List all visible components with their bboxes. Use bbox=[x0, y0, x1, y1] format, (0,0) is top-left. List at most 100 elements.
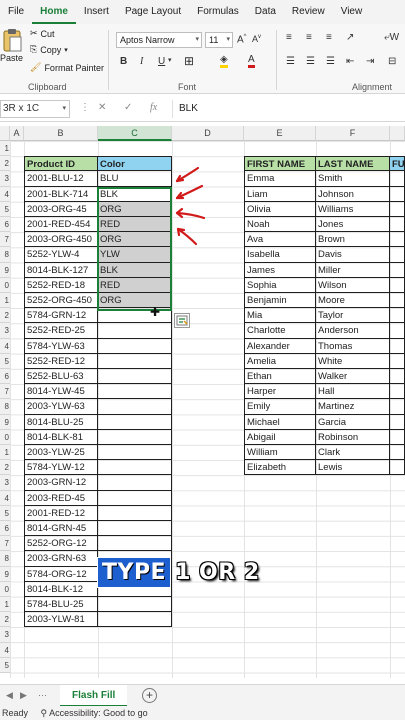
column-header-a[interactable]: A bbox=[10, 126, 24, 141]
align-center-icon[interactable]: ☰ bbox=[306, 56, 315, 67]
column-header-c[interactable]: C bbox=[98, 126, 172, 141]
cell-last-name[interactable]: Martinez bbox=[316, 399, 390, 415]
cancel-icon[interactable]: ✕ bbox=[98, 102, 106, 113]
cell-product-id[interactable]: 5252-ORG-450 bbox=[24, 293, 98, 309]
align-top-icon[interactable]: ≡ bbox=[286, 32, 292, 43]
cell-product-id[interactable]: 8014-GRN-45 bbox=[24, 521, 98, 537]
cell-first-name[interactable]: Elizabeth bbox=[244, 460, 316, 476]
row-header[interactable]: 9 bbox=[0, 262, 10, 278]
cell-product-id[interactable]: 5784-ORG-12 bbox=[24, 566, 98, 582]
cell-color[interactable]: BLU bbox=[98, 171, 172, 187]
cell-product-id[interactable]: 2003-YLW-63 bbox=[24, 399, 98, 415]
tab-page-layout[interactable]: Page Layout bbox=[117, 0, 189, 24]
increase-font-icon[interactable]: A^ bbox=[237, 34, 247, 45]
cell-product-id[interactable]: 2003-ORG-45 bbox=[24, 201, 98, 217]
cell-color[interactable] bbox=[98, 414, 172, 430]
fill-color-icon[interactable]: ◈ bbox=[220, 54, 228, 68]
cell-first-name[interactable]: Liam bbox=[244, 186, 316, 202]
row-header[interactable]: 6 bbox=[0, 521, 10, 537]
cell-product-id[interactable]: 2001-RED-12 bbox=[24, 505, 98, 521]
tab-formulas[interactable]: Formulas bbox=[189, 0, 247, 24]
cell-last-name[interactable]: Davis bbox=[316, 247, 390, 263]
row-header[interactable]: 1 bbox=[0, 293, 10, 309]
cell-color[interactable] bbox=[98, 490, 172, 506]
column-header-e[interactable]: E bbox=[244, 126, 316, 141]
cell-full-name[interactable] bbox=[390, 277, 405, 293]
cell-product-id[interactable]: 2001-BLU-12 bbox=[24, 171, 98, 187]
cell-product-id[interactable]: 2003-GRN-12 bbox=[24, 475, 98, 491]
column-header-d[interactable]: D bbox=[172, 126, 244, 141]
select-all-corner[interactable] bbox=[0, 126, 10, 141]
confirm-icon[interactable]: ✓ bbox=[124, 102, 132, 113]
cell-product-id[interactable]: 5252-ORG-12 bbox=[24, 536, 98, 552]
header-last-name[interactable]: LAST NAME bbox=[316, 156, 390, 172]
cell-color[interactable]: YLW bbox=[98, 247, 172, 263]
more-sheets-icon[interactable]: ⋯ bbox=[38, 690, 47, 701]
cell-first-name[interactable]: Michael bbox=[244, 414, 316, 430]
row-header[interactable]: 1 bbox=[0, 141, 10, 157]
cell-color[interactable] bbox=[98, 505, 172, 521]
cell-product-id[interactable]: 5252-BLU-63 bbox=[24, 369, 98, 385]
cell-first-name[interactable]: Harper bbox=[244, 384, 316, 400]
column-header-g[interactable] bbox=[390, 126, 405, 141]
cell-first-name[interactable]: William bbox=[244, 445, 316, 461]
cut-button[interactable]: ✂ Cut bbox=[30, 28, 55, 39]
row-header[interactable]: 0 bbox=[0, 581, 10, 597]
cell-first-name[interactable]: Olivia bbox=[244, 201, 316, 217]
copy-button[interactable]: ⎘ Copy ▾ bbox=[30, 44, 68, 55]
row-header[interactable]: 2 bbox=[0, 612, 10, 628]
cell-last-name[interactable]: Wilson bbox=[316, 277, 390, 293]
tab-review[interactable]: Review bbox=[284, 0, 333, 24]
cell-product-id[interactable]: 2003-YLW-25 bbox=[24, 445, 98, 461]
cell-last-name[interactable]: White bbox=[316, 353, 390, 369]
row-header[interactable]: 9 bbox=[0, 566, 10, 582]
cell-color[interactable] bbox=[98, 460, 172, 476]
cell-last-name[interactable]: Thomas bbox=[316, 338, 390, 354]
align-left-icon[interactable]: ☰ bbox=[286, 56, 295, 67]
row-header[interactable]: 5 bbox=[0, 505, 10, 521]
cell-product-id[interactable]: 5784-YLW-12 bbox=[24, 460, 98, 476]
row-header[interactable]: 2 bbox=[0, 156, 10, 172]
cell-color[interactable]: ORG bbox=[98, 232, 172, 248]
row-header[interactable]: 1 bbox=[0, 445, 10, 461]
cell-first-name[interactable]: Emma bbox=[244, 171, 316, 187]
sheet-tab-flash-fill[interactable]: Flash Fill bbox=[60, 685, 128, 707]
cell-first-name[interactable]: James bbox=[244, 262, 316, 278]
cell-last-name[interactable]: Garcia bbox=[316, 414, 390, 430]
tab-view[interactable]: View bbox=[333, 0, 371, 24]
row-header[interactable]: 0 bbox=[0, 277, 10, 293]
header-first-name[interactable]: FIRST NAME bbox=[244, 156, 316, 172]
cell-full-name[interactable] bbox=[390, 353, 405, 369]
row-header[interactable]: 8 bbox=[0, 399, 10, 415]
row-header[interactable]: 3 bbox=[0, 171, 10, 187]
cell-product-id[interactable]: 8014-BLK-81 bbox=[24, 429, 98, 445]
cell-color[interactable]: BLK bbox=[98, 186, 172, 202]
cell-full-name[interactable] bbox=[390, 429, 405, 445]
cell-full-name[interactable] bbox=[390, 247, 405, 263]
cell-product-id[interactable]: 8014-YLW-45 bbox=[24, 384, 98, 400]
cell-color[interactable] bbox=[98, 369, 172, 385]
cell-full-name[interactable] bbox=[390, 445, 405, 461]
cell-color[interactable]: ORG bbox=[98, 201, 172, 217]
paste-icon[interactable] bbox=[2, 28, 22, 54]
cell-full-name[interactable] bbox=[390, 262, 405, 278]
cell-last-name[interactable]: Moore bbox=[316, 293, 390, 309]
row-header[interactable]: 7 bbox=[0, 536, 10, 552]
cell-last-name[interactable]: Williams bbox=[316, 201, 390, 217]
cell-color[interactable] bbox=[98, 353, 172, 369]
decrease-indent-icon[interactable]: ⇤ bbox=[346, 56, 354, 67]
tab-insert[interactable]: Insert bbox=[76, 0, 117, 24]
cell-product-id[interactable]: 5784-BLU-25 bbox=[24, 597, 98, 613]
formula-input[interactable]: BLK bbox=[172, 100, 405, 118]
row-header[interactable]: 8 bbox=[0, 551, 10, 567]
cell-first-name[interactable]: Ethan bbox=[244, 369, 316, 385]
decrease-font-icon[interactable]: Av bbox=[252, 34, 261, 44]
cell-product-id[interactable]: 2001-RED-454 bbox=[24, 217, 98, 233]
align-right-icon[interactable]: ☰ bbox=[326, 56, 335, 67]
cell-full-name[interactable] bbox=[390, 460, 405, 476]
cell-last-name[interactable]: Clark bbox=[316, 445, 390, 461]
cell-full-name[interactable] bbox=[390, 414, 405, 430]
cell-last-name[interactable]: Anderson bbox=[316, 323, 390, 339]
row-header[interactable]: 5 bbox=[0, 201, 10, 217]
row-header[interactable]: 2 bbox=[0, 308, 10, 324]
